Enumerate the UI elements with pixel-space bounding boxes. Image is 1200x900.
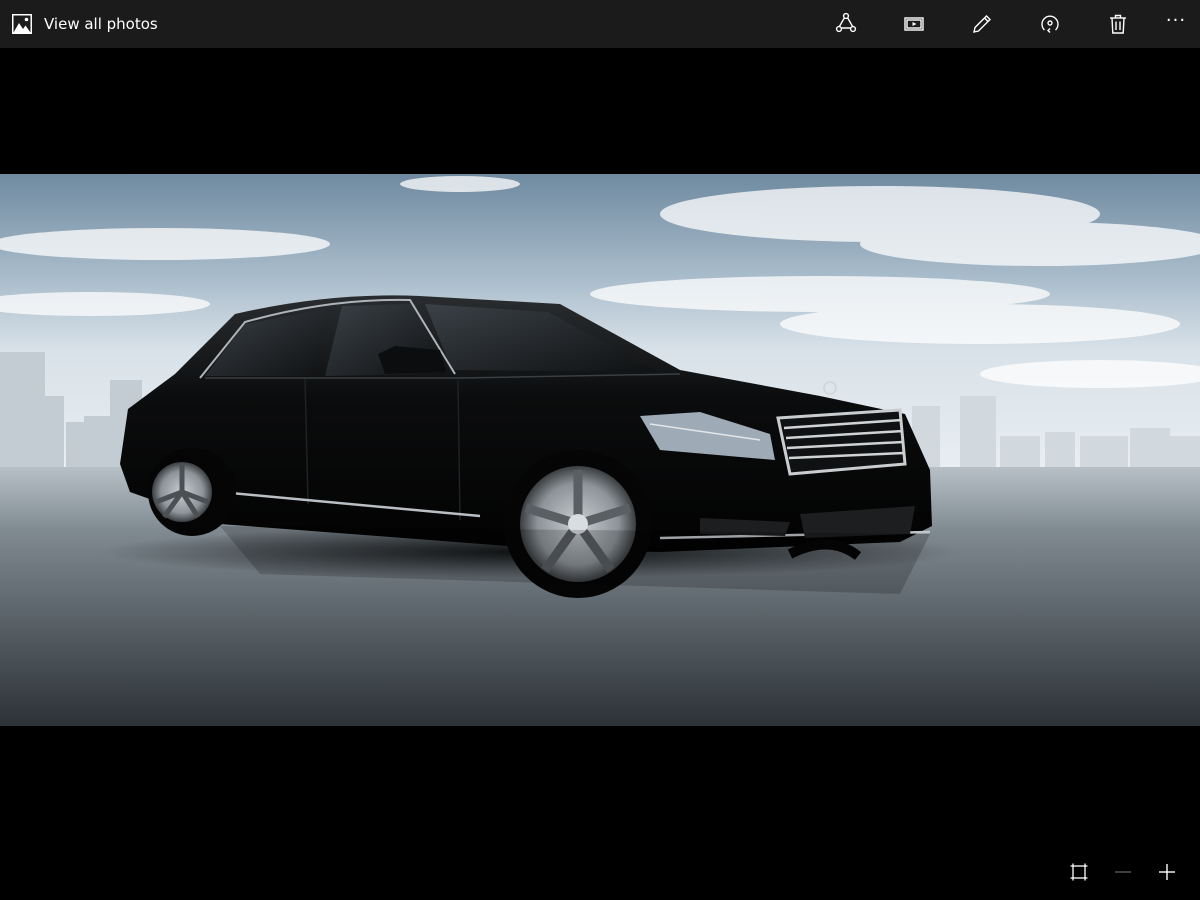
rotate-button[interactable] xyxy=(1026,0,1074,48)
view-all-photos-label: View all photos xyxy=(44,15,158,33)
title-bar: View all photos ··· xyxy=(0,0,1200,48)
delete-button[interactable] xyxy=(1094,0,1142,48)
more-options-button[interactable]: ··· xyxy=(1152,0,1200,48)
edit-icon xyxy=(970,12,994,36)
fit-to-screen-icon xyxy=(1069,862,1089,886)
photo-icon xyxy=(12,14,32,34)
share-icon xyxy=(834,12,858,36)
zoom-out-button[interactable] xyxy=(1101,852,1145,896)
view-all-photos-button[interactable]: View all photos xyxy=(0,0,158,48)
slideshow-button[interactable] xyxy=(890,0,938,48)
rotate-icon xyxy=(1038,12,1062,36)
fit-to-screen-button[interactable] xyxy=(1057,852,1101,896)
zoom-in-button[interactable] xyxy=(1145,852,1189,896)
share-button[interactable] xyxy=(822,0,870,48)
zoom-controls xyxy=(0,852,1200,900)
photo-canvas[interactable] xyxy=(0,174,1200,726)
car-photo xyxy=(0,174,1200,726)
zoom-in-icon xyxy=(1157,862,1177,886)
slideshow-icon xyxy=(902,12,926,36)
photos-app-window: View all photos ··· xyxy=(0,0,1200,900)
edit-button[interactable] xyxy=(958,0,1006,48)
more-icon: ··· xyxy=(1165,10,1187,31)
delete-icon xyxy=(1106,12,1130,36)
zoom-out-icon xyxy=(1113,862,1133,886)
